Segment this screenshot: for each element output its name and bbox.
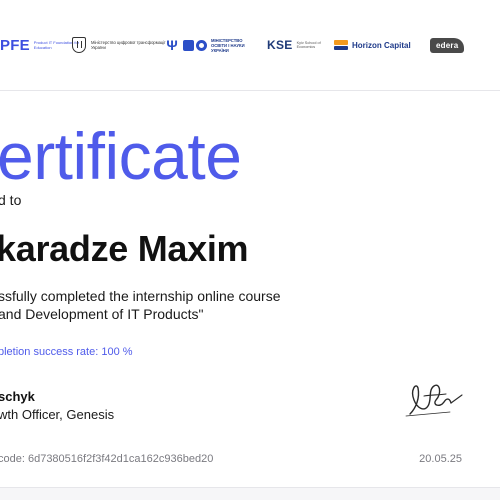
ministry-education-logo: Ψ МІНІСТЕРСТВО ОСВІТИ І НАУКИ УКРАЇНИ	[166, 34, 251, 56]
course-line-1: ssfully completed the internship online …	[0, 288, 281, 304]
edera-logo-badge: edera	[430, 37, 465, 53]
recipient-name: karadze Maxim	[0, 228, 249, 269]
certificate-page: PFE Product IT Foundation for Education …	[0, 0, 500, 500]
ministry-digital-transformation-logo: Міністерство цифрової трансформації Укра…	[72, 34, 167, 56]
kse-logo-mark: KSE	[267, 38, 293, 52]
certificate-code: code: 6d7380516f2f3f42d1ca162c936bed20	[0, 453, 214, 465]
signer-role: wth Officer, Genesis	[0, 407, 115, 422]
kse-logo: KSE Kyiv School of Economics	[267, 34, 325, 56]
completion-success-rate: pletion success rate: 100 %	[0, 346, 133, 358]
ministry-education-name: МІНІСТЕРСТВО ОСВІТИ І НАУКИ УКРАЇНИ	[211, 37, 245, 53]
horizon-capital-logo: Horizon Capital	[334, 34, 411, 56]
mon-circle-icon	[196, 39, 207, 51]
upfe-logo: PFE Product IT Foundation for Education	[0, 34, 80, 56]
ukraine-coat-of-arms-icon	[72, 37, 86, 53]
course-description: ssfully completed the internship online …	[0, 287, 281, 323]
edera-logo: edera	[430, 34, 465, 56]
signature-image	[405, 384, 463, 417]
certificate-date: 20.05.25	[419, 453, 462, 465]
mon-square-icon	[183, 39, 194, 51]
partner-logos-header: PFE Product IT Foundation for Education …	[0, 0, 500, 91]
signer-name: schyk	[0, 389, 35, 404]
trident-icon: Ψ	[166, 37, 178, 53]
certificate-heading: ertificate	[0, 119, 242, 193]
course-line-2: and Development of IT Products"	[0, 306, 204, 322]
horizon-capital-name: Horizon Capital	[352, 40, 411, 50]
awarded-to-label: d to	[0, 192, 22, 208]
horizon-capital-logo-icon	[334, 40, 348, 50]
ministry-digital-transformation-name: Міністерство цифрової трансформації Укра…	[91, 40, 166, 50]
upfe-logo-mark: PFE	[0, 36, 30, 54]
kse-logo-subtitle: Kyiv School of Economics	[296, 40, 321, 50]
footer-strip	[0, 488, 500, 500]
